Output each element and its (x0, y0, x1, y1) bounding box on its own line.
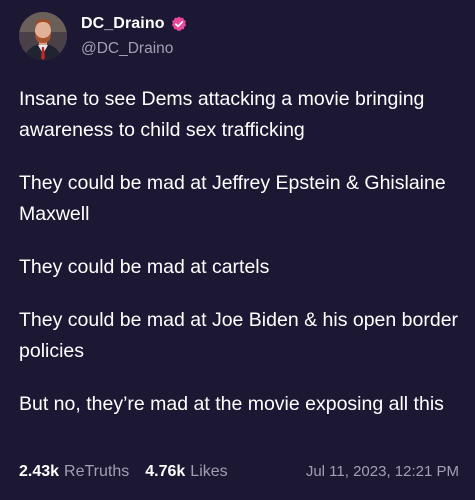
post-paragraph: They could be mad at Jeffrey Epstein & G… (19, 172, 446, 225)
post-body: Insane to see Dems attacking a movie bri… (19, 84, 459, 442)
display-name[interactable]: DC_Draino (81, 15, 165, 33)
post-paragraph: They could be mad at cartels (19, 256, 270, 278)
post-timestamp[interactable]: Jul 11, 2023, 12:21 PM (306, 463, 459, 480)
retruths-label: ReTruths (64, 463, 130, 480)
retruths-count: 2.43k (19, 463, 60, 480)
handle[interactable]: @DC_Draino (81, 40, 173, 58)
verified-badge-icon (171, 16, 187, 32)
post-stats: 2.43k ReTruths 4.76k Likes Jul 11, 2023,… (19, 463, 459, 481)
post-paragraph: Insane to see Dems attacking a movie bri… (19, 88, 425, 141)
avatar[interactable] (19, 12, 67, 60)
truth-post: DC_Draino @DC_Draino Insane to see Dems … (0, 0, 475, 500)
likes-label: Likes (190, 463, 228, 480)
likes-count: 4.76k (145, 463, 186, 480)
author-row: DC_Draino (81, 15, 187, 33)
post-paragraph: But no, they’re mad at the movie exposin… (19, 393, 444, 415)
retruths-stat[interactable]: 2.43k ReTruths (19, 463, 129, 481)
likes-stat[interactable]: 4.76k Likes (145, 463, 227, 481)
post-paragraph: They could be mad at Joe Biden & his ope… (19, 309, 459, 362)
avatar-image (19, 12, 67, 60)
